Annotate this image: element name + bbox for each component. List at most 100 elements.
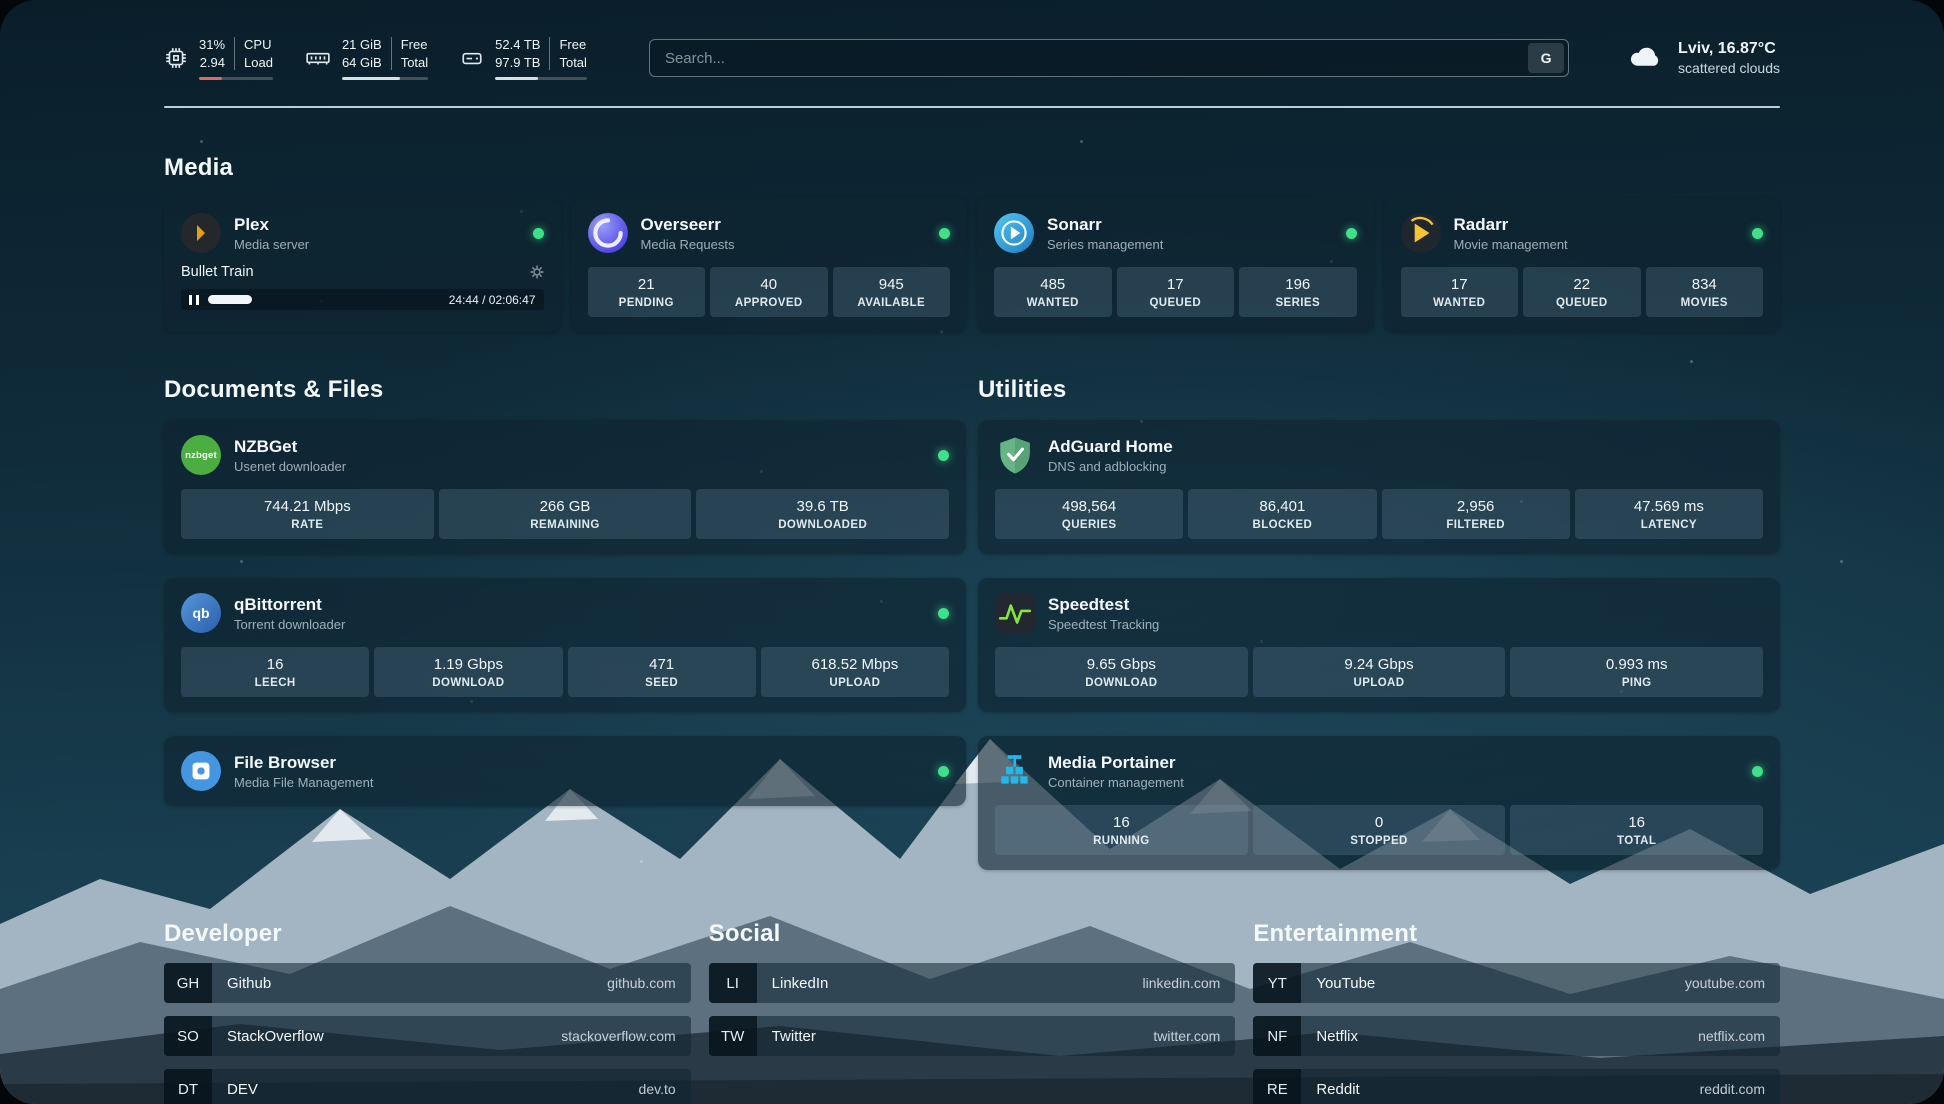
memory-total-label: Total	[401, 54, 428, 72]
bookmark-github[interactable]: GH Github github.com	[164, 963, 691, 1003]
service-card-nzbget[interactable]: nzbget NZBGet Usenet downloader 744.21 M…	[164, 420, 966, 554]
stat-value: 9.65 Gbps	[999, 656, 1244, 673]
cpu-icon	[164, 46, 188, 70]
divider	[391, 37, 392, 70]
stat-box: 196 SERIES	[1239, 267, 1357, 317]
service-card-adguard[interactable]: AdGuard Home DNS and adblocking 498,564 …	[978, 420, 1780, 554]
memory-widget: 21 GiB 64 GiB Free Total	[305, 36, 428, 80]
service-card-radarr[interactable]: Radarr Movie management 17 WANTED 22 QUE…	[1384, 198, 1781, 332]
cpu-widget: 31% 2.94 CPU Load	[164, 36, 273, 80]
memory-total-value: 64 GiB	[342, 54, 382, 72]
status-indicator	[938, 608, 949, 619]
overseerr-icon	[588, 213, 628, 253]
section-utilities: Utilities	[978, 376, 1780, 870]
bookmark-abbr: NF	[1253, 1016, 1301, 1056]
service-card-plex[interactable]: Plex Media server Bullet Train	[164, 198, 561, 332]
service-card-portainer[interactable]: Media Portainer Container management 16 …	[978, 736, 1780, 870]
stat-value: 0.993 ms	[1514, 656, 1759, 673]
stat-value: 1.19 Gbps	[378, 656, 558, 673]
section-title-social: Social	[709, 920, 1236, 948]
stat-box: 471 SEED	[568, 647, 756, 697]
header-divider	[164, 106, 1780, 108]
stat-value: 16	[185, 656, 365, 673]
stat-box: 47.569 ms LATENCY	[1575, 489, 1763, 539]
stat-box: 16 LEECH	[181, 647, 369, 697]
service-subtitle: Series management	[1047, 237, 1163, 252]
stat-box: 498,564 QUERIES	[995, 489, 1183, 539]
bookmark-abbr: LI	[709, 963, 757, 1003]
pause-button[interactable]	[189, 295, 199, 305]
stat-box: 17 QUEUED	[1117, 267, 1235, 317]
memory-icon	[305, 46, 331, 70]
service-card-speedtest[interactable]: Speedtest Speedtest Tracking 9.65 Gbps D…	[978, 578, 1780, 712]
stat-value: 744.21 Mbps	[185, 498, 430, 515]
service-subtitle: Media Requests	[641, 237, 735, 252]
bookmark-reddit[interactable]: RE Reddit reddit.com	[1253, 1069, 1780, 1104]
stat-value: 266 GB	[443, 498, 688, 515]
bookmark-dev[interactable]: DT DEV dev.to	[164, 1069, 691, 1104]
bookmark-url: twitter.com	[1153, 1016, 1235, 1056]
disk-icon	[460, 46, 484, 70]
service-name: Sonarr	[1047, 215, 1163, 235]
bookmark-url: youtube.com	[1685, 963, 1780, 1003]
bookmark-netflix[interactable]: NF Netflix netflix.com	[1253, 1016, 1780, 1056]
stat-box: 16 RUNNING	[995, 805, 1248, 855]
divider	[549, 37, 550, 70]
stat-label: UPLOAD	[1257, 677, 1502, 689]
stat-label: LEECH	[185, 677, 365, 689]
service-name: Radarr	[1454, 215, 1568, 235]
stat-value: 17	[1121, 276, 1231, 293]
bookmark-group-social: Social LI LinkedIn linkedin.com TW Twitt…	[709, 920, 1236, 1056]
service-subtitle: Speedtest Tracking	[1048, 617, 1159, 632]
service-subtitle: Movie management	[1454, 237, 1568, 252]
memory-free-label: Free	[401, 36, 428, 54]
service-card-overseerr[interactable]: Overseerr Media Requests 21 PENDING 40 A…	[571, 198, 968, 332]
bookmark-name: YouTube	[1301, 963, 1375, 1003]
service-name: NZBGet	[234, 437, 346, 457]
weather-condition: scattered clouds	[1678, 59, 1780, 77]
bookmark-twitter[interactable]: TW Twitter twitter.com	[709, 1016, 1236, 1056]
service-stats: 21 PENDING 40 APPROVED 945 AVAILABLE	[588, 267, 951, 317]
disk-total-value: 97.9 TB	[495, 54, 540, 72]
stat-value: 22	[1527, 276, 1637, 293]
stat-label: WANTED	[1405, 297, 1515, 309]
service-card-filebrowser[interactable]: File Browser Media File Management	[164, 736, 966, 806]
nzbget-icon: nzbget	[181, 435, 221, 475]
bookmark-abbr: DT	[164, 1069, 212, 1104]
stat-value: 47.569 ms	[1579, 498, 1759, 515]
search-provider-button[interactable]: G	[1528, 43, 1564, 73]
stat-value: 40	[714, 276, 824, 293]
service-header: AdGuard Home DNS and adblocking	[995, 435, 1763, 475]
progress-track[interactable]	[208, 295, 440, 304]
stat-label: PENDING	[592, 297, 702, 309]
radarr-icon	[1401, 213, 1441, 253]
portainer-icon	[995, 751, 1035, 791]
stat-value: 2,956	[1386, 498, 1566, 515]
cpu-load-value: 2.94	[199, 54, 225, 72]
weather-widget: Lviv, 16.87°C scattered clouds	[1627, 39, 1780, 78]
settings-gear-icon[interactable]	[530, 265, 544, 279]
stat-value: 0	[1257, 814, 1502, 831]
stat-label: STOPPED	[1257, 835, 1502, 847]
bookmark-linkedin[interactable]: LI LinkedIn linkedin.com	[709, 963, 1236, 1003]
service-header: Media Portainer Container management	[995, 751, 1763, 791]
bookmark-name: DEV	[212, 1069, 258, 1104]
service-card-qbittorrent[interactable]: qb qBittorrent Torrent downloader 16	[164, 578, 966, 712]
bookmark-stackoverflow[interactable]: SO StackOverflow stackoverflow.com	[164, 1016, 691, 1056]
service-card-sonarr[interactable]: Sonarr Series management 485 WANTED 17 Q…	[977, 198, 1374, 332]
stat-value: 17	[1405, 276, 1515, 293]
service-stats: 498,564 QUERIES 86,401 BLOCKED 2,956 FIL…	[995, 489, 1763, 539]
now-playing-title: Bullet Train	[181, 264, 254, 280]
service-header: qb qBittorrent Torrent downloader	[181, 593, 949, 633]
bookmark-url: stackoverflow.com	[561, 1016, 690, 1056]
search-input[interactable]	[650, 50, 1528, 67]
stat-label: WANTED	[998, 297, 1108, 309]
stat-box: 86,401 BLOCKED	[1188, 489, 1376, 539]
memory-usage-bar	[342, 77, 428, 80]
bookmark-abbr: YT	[1253, 963, 1301, 1003]
divider	[234, 37, 235, 70]
bookmark-youtube[interactable]: YT YouTube youtube.com	[1253, 963, 1780, 1003]
stat-value: 16	[1514, 814, 1759, 831]
stat-box: 618.52 Mbps UPLOAD	[761, 647, 949, 697]
service-stats: 16 RUNNING 0 STOPPED 16 TOTAL	[995, 805, 1763, 855]
